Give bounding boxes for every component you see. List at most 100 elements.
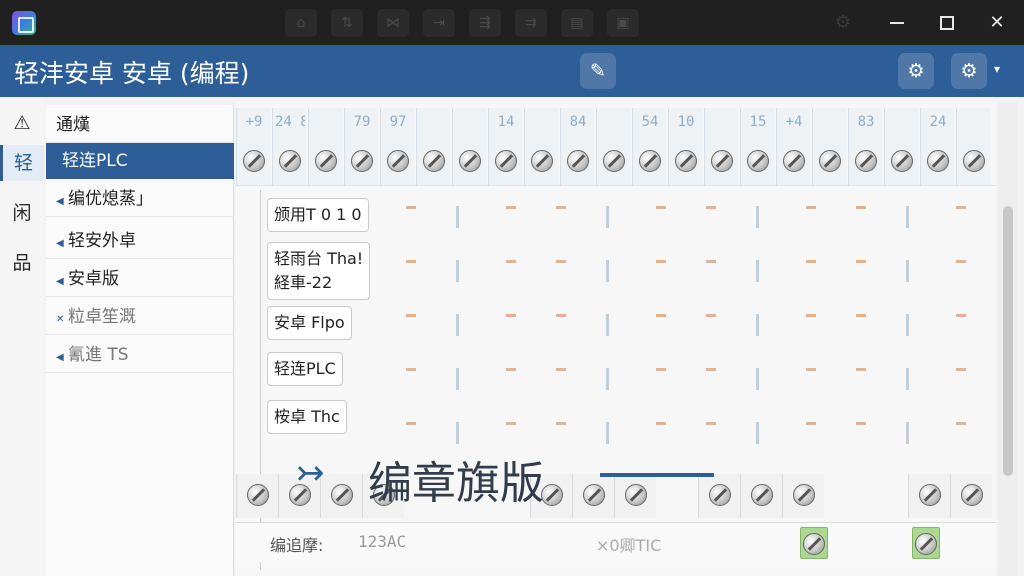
terminal-cell[interactable]: 10 xyxy=(668,108,702,186)
grid-mark xyxy=(556,422,566,425)
settings-button[interactable]: ⚙ xyxy=(898,53,934,89)
grid-mark xyxy=(956,368,966,371)
close-button[interactable]: ✕ xyxy=(972,0,1022,45)
terminal-cell[interactable]: 83 xyxy=(848,108,882,186)
screw-icon xyxy=(915,533,937,555)
terminal-cell[interactable] xyxy=(950,474,992,518)
component-item[interactable]: 桉卓 Thc xyxy=(267,400,347,434)
fast-forward-icon[interactable]: ⇶ xyxy=(469,9,501,37)
terminal-cell[interactable]: 97 xyxy=(380,108,414,186)
screw-icon xyxy=(495,150,517,172)
nav-item[interactable]: ◀ 轻安外卓 xyxy=(46,223,234,259)
terminal-cell[interactable] xyxy=(704,108,738,186)
ladder-workspace[interactable]: +9 24 80 79 97 14 84 54 10 15 +4 83 24 颁用T 0 1 0 轻雨… xyxy=(236,102,996,576)
terminal-cell[interactable] xyxy=(698,474,740,518)
rail-item-main[interactable]: 轻 xyxy=(0,145,44,181)
grid-mark xyxy=(756,260,759,282)
terminal-cell[interactable] xyxy=(524,108,558,186)
grid-mark xyxy=(956,314,966,317)
terminal-green[interactable] xyxy=(800,527,828,559)
component-item[interactable]: 轻雨台 Tha! 経車-22 xyxy=(267,242,371,300)
nav-item[interactable]: ◀ 氰進 TS xyxy=(46,337,234,373)
chevron-down-icon[interactable]: ▾ xyxy=(994,62,1000,76)
terminal-label: 14 xyxy=(497,114,515,130)
terminal-cell[interactable] xyxy=(416,108,450,186)
terminal-cell[interactable]: +4 xyxy=(776,108,810,186)
grid-mark xyxy=(656,206,666,209)
grid-mark xyxy=(406,260,416,263)
terminal-label: 97 xyxy=(389,114,407,130)
nav-item-selected[interactable]: 轻连PLC xyxy=(46,143,234,179)
grid-mark xyxy=(406,422,416,425)
edit-button[interactable]: ✎ xyxy=(580,53,616,89)
component-item[interactable]: 轻连PLC xyxy=(267,352,343,386)
terminal-cell[interactable] xyxy=(812,108,846,186)
terminal-cell[interactable]: 24 80 xyxy=(272,108,306,186)
terminal-cell[interactable] xyxy=(614,474,656,518)
settings-menu-button[interactable]: ⚙ xyxy=(951,53,987,89)
terminal-cell[interactable]: +9 xyxy=(236,108,270,186)
terminal-cell[interactable]: 15 xyxy=(740,108,774,186)
grid-mark xyxy=(856,422,866,425)
grid-mark xyxy=(456,368,459,390)
terminal-cell[interactable] xyxy=(908,474,950,518)
terminal-cell[interactable] xyxy=(308,108,342,186)
rail-item-idle[interactable]: 闲 xyxy=(0,195,44,231)
maximize-button[interactable] xyxy=(922,0,972,45)
save-icon[interactable]: ▣ xyxy=(607,9,639,37)
terminal-cell[interactable] xyxy=(740,474,782,518)
terminal-cell[interactable]: 54 xyxy=(632,108,666,186)
bottom-terminal-strip xyxy=(236,474,996,518)
terminal-cell[interactable] xyxy=(236,474,278,518)
terminal-green[interactable] xyxy=(912,527,940,559)
title-bar: ⌂ ⇅ ⋈ ⇥ ⇶ ⇉ ▤ ▣ ⚙ ✕ xyxy=(0,0,1024,45)
terminal-label: 24 xyxy=(929,114,947,130)
grid-mark xyxy=(856,260,866,263)
grid-mark xyxy=(956,206,966,209)
bowtie-icon[interactable]: ⋈ xyxy=(377,9,409,37)
terminal-cell[interactable]: 14 xyxy=(488,108,522,186)
nav-item-label: 氰進 TS xyxy=(68,345,129,365)
screw-icon xyxy=(675,150,697,172)
screw-icon xyxy=(927,150,949,172)
nav-panel: 通熯 轻连PLC ◀ 编优熄蒸」 ◀ 轻安外卓 ◀ 安卓版 ✕ 粒卓笙溉 ◀ 氰進 TS xyxy=(46,105,234,576)
terminal-cell[interactable] xyxy=(884,108,918,186)
warning-icon[interactable]: ⚠ xyxy=(0,105,44,141)
component-item[interactable]: 安卓 Flpo xyxy=(267,306,352,340)
terminal-cell[interactable] xyxy=(320,474,362,518)
grid-mark xyxy=(456,206,459,228)
terminal-cell[interactable]: 79 xyxy=(344,108,378,186)
minimize-button[interactable] xyxy=(872,0,922,45)
home-icon[interactable]: ⌂ xyxy=(285,9,317,37)
nav-item-label: 通熯 xyxy=(56,115,90,135)
grid-mark xyxy=(506,314,516,317)
screw-icon xyxy=(891,150,913,172)
grid-mark xyxy=(456,422,459,444)
lock-icon[interactable]: ▤ xyxy=(561,9,593,37)
screw-icon xyxy=(387,150,409,172)
terminal-cell[interactable] xyxy=(956,108,990,186)
terminal-strip: +9 24 80 79 97 14 84 54 10 15 +4 83 24 xyxy=(236,108,996,186)
vertical-scrollbar[interactable] xyxy=(998,102,1018,576)
nav-item[interactable]: ◀ 编优熄蒸」 xyxy=(46,181,234,217)
terminal-label: +9 xyxy=(245,114,263,130)
nav-item[interactable]: ✕ 粒卓笙溉 xyxy=(46,299,234,335)
terminal-cell[interactable]: 24 xyxy=(920,108,954,186)
component-item[interactable]: 颁用T 0 1 0 xyxy=(267,198,369,232)
terminal-cell[interactable]: 84 xyxy=(560,108,594,186)
gear-icon[interactable]: ⚙ xyxy=(828,9,858,37)
grid-mark xyxy=(656,314,666,317)
terminal-cell[interactable] xyxy=(572,474,614,518)
terminal-cell[interactable] xyxy=(782,474,824,518)
scrollbar-thumb[interactable] xyxy=(1003,206,1013,476)
screw-icon xyxy=(567,150,589,172)
terminal-cell[interactable] xyxy=(596,108,630,186)
nav-item[interactable]: ◀ 安卓版 xyxy=(46,261,234,297)
terminal-cell[interactable] xyxy=(452,108,486,186)
terminal-label: 79 xyxy=(353,114,371,130)
step-icon[interactable]: ⇥ xyxy=(423,9,455,37)
double-arrow-icon[interactable]: ⇉ xyxy=(515,9,547,37)
rail-item-products[interactable]: 品 xyxy=(0,245,44,281)
nav-item[interactable]: 通熯 xyxy=(46,107,234,143)
sort-icon[interactable]: ⇅ xyxy=(331,9,363,37)
